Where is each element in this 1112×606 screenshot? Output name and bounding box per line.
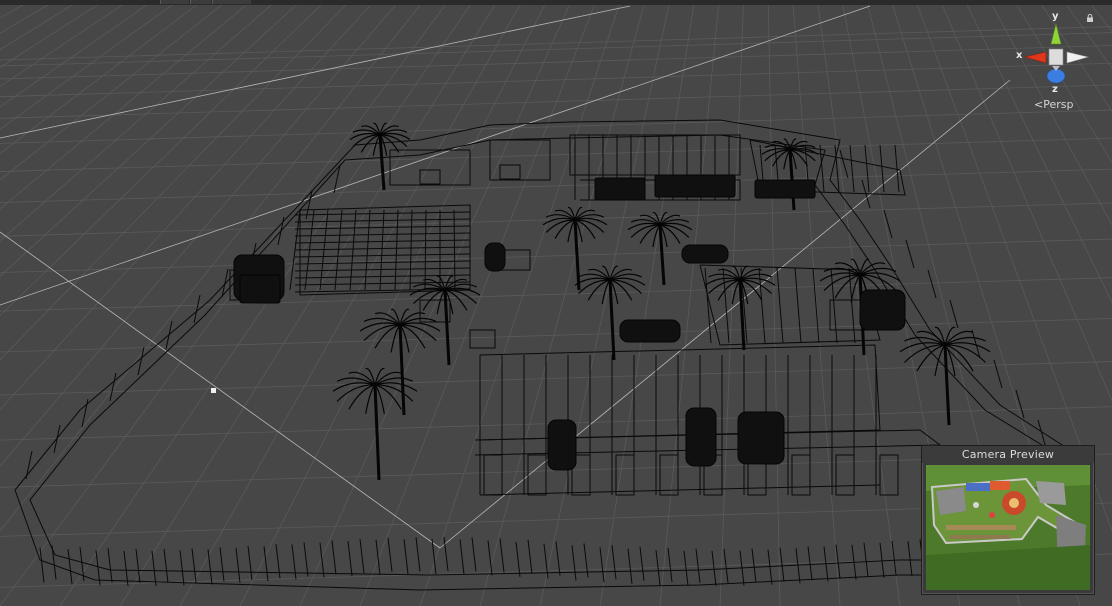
selection-handle[interactable] — [211, 388, 216, 393]
palm-tree — [627, 211, 693, 286]
vehicle-shape — [484, 242, 506, 272]
palm-tree — [332, 367, 418, 481]
lock-icon[interactable] — [1086, 14, 1094, 22]
vehicle-shape — [681, 244, 729, 264]
block-shape — [239, 274, 281, 304]
palm-tree — [899, 326, 991, 426]
camera-preview-image — [926, 465, 1090, 590]
scene-view[interactable]: y x z <Persp Camera Preview — [0, 0, 1112, 606]
block-shape — [594, 177, 646, 201]
toolbar-tab[interactable] — [190, 0, 211, 4]
toolbar-tab[interactable] — [160, 0, 189, 4]
camera-preview-title: Camera Preview — [922, 446, 1094, 463]
vehicle-shape — [619, 319, 681, 343]
palm-tree — [359, 308, 441, 416]
vehicle-shape — [859, 289, 906, 331]
chevron-left-icon: < — [1034, 98, 1044, 111]
palm-tree — [542, 206, 608, 291]
projection-label: Persp — [1043, 98, 1074, 111]
vehicle-shape — [685, 407, 717, 467]
projection-toggle[interactable]: <Persp — [1034, 98, 1073, 111]
wireframe-geometry — [14, 119, 1071, 591]
vehicle-shape — [737, 411, 785, 465]
palm-tree — [574, 265, 646, 361]
axis-label-y: y — [1052, 11, 1059, 22]
block-shape — [654, 174, 736, 198]
axis-label-x: x — [1016, 50, 1023, 61]
scene-toolbar-strip — [0, 0, 1112, 5]
axis-label-z: z — [1052, 84, 1058, 95]
block-shape — [754, 179, 816, 199]
palm-tree — [761, 138, 819, 211]
toolbar-tab[interactable] — [212, 0, 251, 4]
vehicle-shape — [547, 419, 577, 471]
camera-preview-panel: Camera Preview — [921, 445, 1095, 595]
